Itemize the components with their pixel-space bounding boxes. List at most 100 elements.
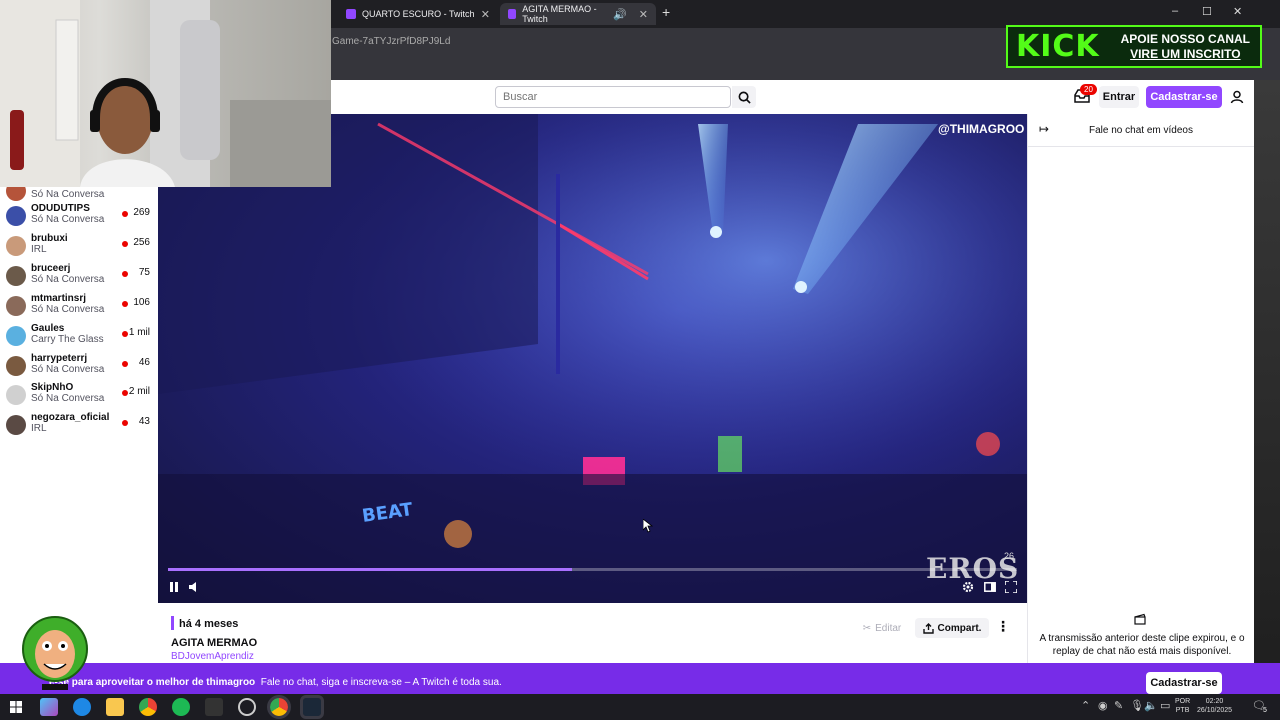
share-button[interactable]: Compart. [915,618,989,638]
signup-button[interactable]: Cadastrar-se [1146,86,1222,108]
tab-close-icon[interactable]: ✕ [481,8,490,21]
microphone-icon[interactable]: 🎙 [1130,699,1144,712]
viewer-count: 106 [133,296,150,308]
speaker-icon[interactable]: 🔊 [613,8,627,21]
tray-pen-icon[interactable]: ✎ [1114,699,1123,712]
kick-banner-text: APOIE NOSSO CANAL VIRE UM INSCRITO [1121,32,1250,62]
live-indicator [122,270,128,277]
minimize-button[interactable]: – [1172,5,1178,17]
sidebar-channel-item[interactable]: SkipNhO Só Na Conversa 2 mil [0,380,158,408]
volume-icon[interactable] [189,582,201,592]
channel-name: negozara_oficial [31,412,110,424]
live-indicator [122,390,128,397]
channel-avatar [6,355,26,376]
file-explorer-icon[interactable] [106,698,124,716]
viewer-count: 46 [138,356,150,368]
clapperboard-icon [1134,613,1146,625]
channel-avatar [6,235,26,256]
edit-button[interactable]: ✂ Editar [853,618,911,638]
tray-chevron-icon[interactable]: ⌃ [1081,699,1090,712]
channel-name: ODUDUTIPS [31,203,90,214]
channel-game: IRL [31,423,47,435]
viewer-count: 1 mil [128,326,150,338]
obs-icon[interactable] [238,698,256,716]
chrome-icon[interactable] [139,698,157,716]
tray-app-icon[interactable]: ◉ [1098,699,1108,712]
copilot-icon[interactable] [40,698,58,716]
spotify-icon[interactable] [172,698,190,716]
input-language[interactable]: POR PTB [1175,697,1190,715]
kick-line-2: VIRE UM INSCRITO [1130,46,1241,61]
banner-signup-button[interactable]: Cadastrar-se [1146,672,1222,694]
more-options-icon[interactable]: ⋮ [996,618,1010,635]
pause-icon[interactable] [169,582,179,592]
channel-name: SkipNhO [31,382,74,394]
new-tab-button[interactable]: + [662,4,670,20]
age-accent-bar [171,616,174,630]
sidebar-channel-item[interactable]: brubuxi IRL 256 [0,231,158,259]
search-input[interactable] [495,86,731,108]
browser-tab-quarto-escuro[interactable]: QUARTO ESCURO - Twitch ✕ [338,3,498,25]
tab-label: AGITA MERMAO - Twitch [522,4,597,24]
webcam-scene [0,0,331,187]
live-indicator [122,330,128,337]
streamer-mascot-logo [22,616,88,690]
mouse-cursor-icon [643,519,653,533]
sidebar-channel-item[interactable]: bruceerj Só Na Conversa 75 [0,261,158,289]
login-button[interactable]: Entrar [1099,86,1139,108]
maximize-button[interactable]: ☐ [1202,5,1212,18]
channel-game: Só Na Conversa [31,393,105,405]
search-button[interactable] [732,86,756,108]
sidebar-channel-item[interactable]: negozara_oficial IRL 43 [0,410,158,438]
windows-start-icon[interactable] [10,701,22,713]
sidebar-channel-item[interactable]: harrypeterrj Só Na Conversa 46 [0,351,158,379]
streamer-webcam [0,0,331,187]
tab-close-icon[interactable]: ✕ [639,8,648,21]
settings-gear-icon[interactable] [962,581,974,593]
channel-game: Só Na Conversa [31,189,105,200]
chat-panel [1027,114,1254,663]
live-indicator [122,211,128,217]
channel-game: Só Na Conversa [31,303,105,315]
lang-line-1: POR [1175,698,1191,705]
sidebar-channel-item[interactable]: Gaules Carry The Glass 1 mil [0,321,158,349]
sidebar-channel-item[interactable]: mtmartinsrj Só Na Conversa 106 [0,291,158,319]
tab-label: QUARTO ESCURO - Twitch [362,9,475,19]
taskbar-clock[interactable]: 02:20 26/10/2025 [1197,697,1232,715]
close-window-button[interactable]: ✕ [1233,5,1242,18]
clip-age: há 4 meses [179,618,239,630]
video-player[interactable]: BEAT [158,114,1027,603]
channel-avatar [6,385,26,406]
fullscreen-icon[interactable] [1005,581,1017,593]
viewer-count: 43 [138,416,150,428]
promo-text: e-se para aproveitar o melhor de thimagr… [49,677,502,688]
twitch-tab-icon [508,9,517,19]
clock-time: 02:20 [1205,698,1224,705]
channel-avatar [6,206,26,226]
desktop-background [1254,80,1280,694]
channel-game: Só Na Conversa [31,363,105,375]
tray-speaker-icon[interactable]: 🔈 [1144,699,1158,712]
channel-avatar [6,415,26,436]
theater-mode-icon[interactable] [984,582,996,592]
video-progress-fill [168,568,572,571]
network-icon[interactable]: ▭ [1160,699,1170,712]
sidebar-channel-item[interactable]: ODUDUTIPS Só Na Conversa 269 [0,201,158,229]
edge-browser-icon[interactable] [73,698,91,716]
viewer-count: 75 [138,266,150,278]
channel-game: Carry The Glass [31,333,104,345]
twitch-tab-icon [346,9,356,19]
video-corner-counter: 26 [1004,551,1015,561]
user-icon[interactable] [1230,90,1244,104]
app-icon[interactable] [205,698,223,716]
browser-tab-agita-mermao[interactable]: AGITA MERMAO - Twitch 🔊 ✕ [500,3,656,25]
promo-sub-text: Fale no chat, siga e inscreva-se – A Twi… [260,677,502,688]
video-watermark: @THIMAGROO [938,122,1025,136]
url-text[interactable]: Game-7aTYJzrPfD8PJ9Ld [332,36,450,47]
steam-icon[interactable] [300,695,324,719]
chrome-active-icon[interactable] [267,695,291,719]
clock-date: 26/10/2025 [1197,707,1233,714]
clip-channel-link[interactable]: BDJovemAprendiz [171,651,254,662]
live-indicator [122,300,128,307]
clip-title: AGITA MERMAO [171,637,258,649]
